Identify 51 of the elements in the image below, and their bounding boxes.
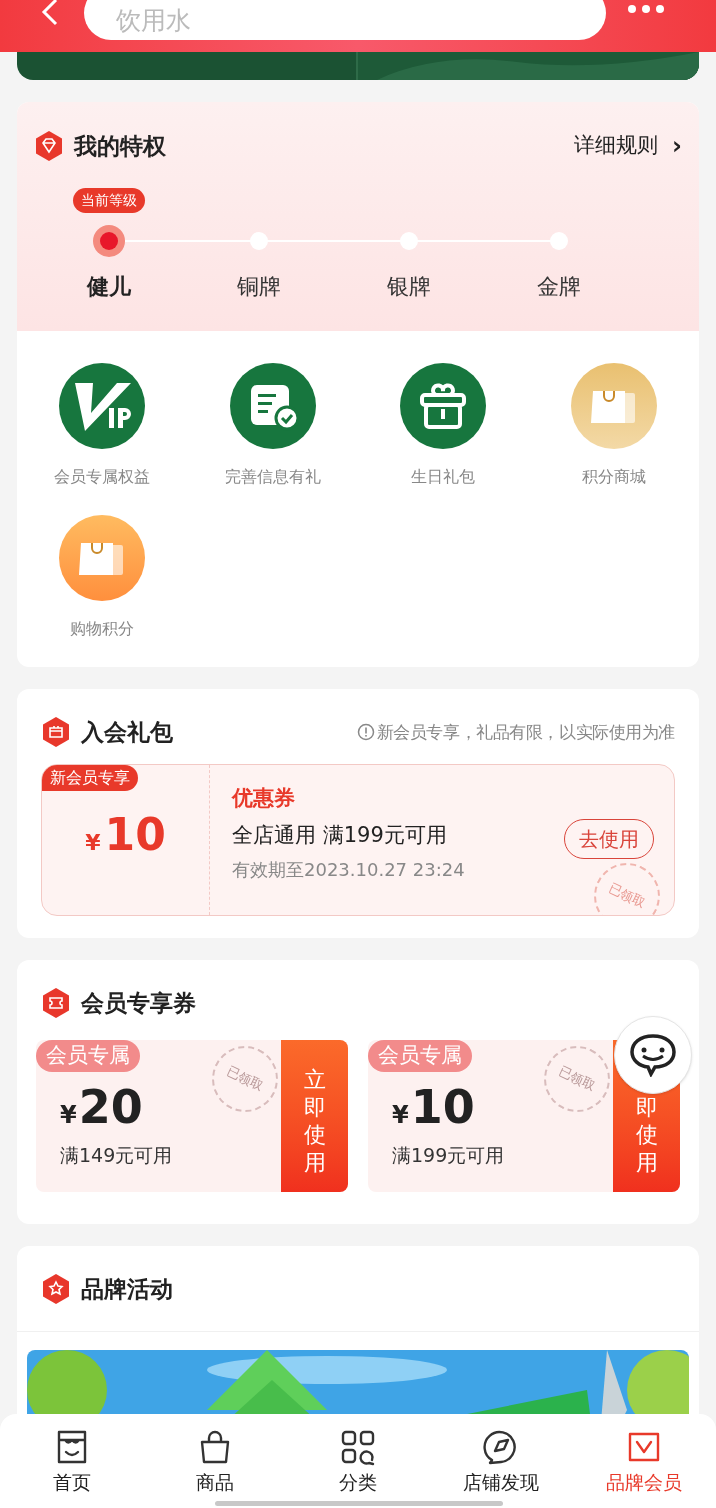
shopping-bag-icon	[59, 515, 146, 601]
section-title: 品牌活动	[81, 1275, 173, 1304]
currency-symbol: ¥	[85, 828, 101, 857]
shopping-bag-icon	[570, 363, 657, 449]
level-label: 铜牌	[237, 273, 281, 301]
benefit-label[interactable]: 完善信息有礼	[224, 465, 321, 489]
more-icon[interactable]	[626, 2, 666, 16]
benefit-label[interactable]: 购物积分	[70, 617, 135, 641]
coupon-amount: 10	[104, 812, 166, 857]
tab-item[interactable]: 品牌会员	[572, 1428, 716, 1508]
coupon-amount: 20	[78, 1084, 143, 1130]
current-level-badge: 当前等级	[73, 188, 145, 213]
level-label: 健儿	[87, 273, 131, 301]
benefit-label[interactable]: 会员专属权益	[54, 465, 151, 489]
info-icon	[356, 723, 375, 742]
coupon-tag: 会员专属	[368, 1040, 472, 1072]
rules-link[interactable]: 详细规则	[574, 130, 659, 162]
use-now-button[interactable]: 即使用	[635, 1091, 658, 1176]
benefit-label[interactable]: 生日礼包	[411, 465, 476, 489]
level-label: 银牌	[387, 273, 431, 301]
level-label: 金牌	[537, 273, 581, 301]
gift-box-icon	[41, 716, 71, 749]
category-grid-icon	[339, 1428, 377, 1466]
coupon-tag: 会员专属	[36, 1040, 140, 1072]
current-dot-icon	[93, 225, 125, 257]
document-check-icon	[229, 363, 316, 449]
section-title: 我的特权	[74, 131, 166, 161]
coupon-condition: 满149元可用	[60, 1143, 174, 1168]
tab-item[interactable]: 首页	[0, 1428, 144, 1508]
diamond-icon	[34, 130, 64, 162]
benefit-label[interactable]: 积分商城	[581, 465, 646, 489]
coupon-validity: 有效期至2023.10.27 23:24	[232, 857, 465, 882]
currency-symbol: ¥	[60, 1100, 77, 1131]
section-title: 会员专享券	[81, 988, 196, 1018]
coupon-condition: 全店通用 满199元可用	[232, 822, 448, 849]
tab-item[interactable]: 商品	[143, 1428, 287, 1508]
note-text: 新会员专享，礼品有限，以实际使用为准	[376, 720, 675, 744]
coupon-amount: 10	[410, 1084, 475, 1130]
tab-item[interactable]: 店铺发现	[429, 1428, 573, 1508]
vip-icon	[59, 363, 146, 449]
coupon-title: 优惠券	[232, 784, 296, 812]
tab-item[interactable]: 分类	[286, 1428, 430, 1508]
gift-icon	[400, 363, 487, 449]
currency-symbol: ¥	[392, 1100, 409, 1131]
coupon-tag: 新会员专享	[42, 764, 138, 791]
section-title: 入会礼包	[81, 718, 173, 747]
search-field[interactable]: 饮用水	[84, 0, 606, 40]
chevron-text: ›	[672, 131, 682, 162]
coupon-condition: 满199元可用	[392, 1143, 506, 1168]
ticket-icon	[41, 986, 71, 1019]
chat-face-icon	[629, 1033, 677, 1077]
